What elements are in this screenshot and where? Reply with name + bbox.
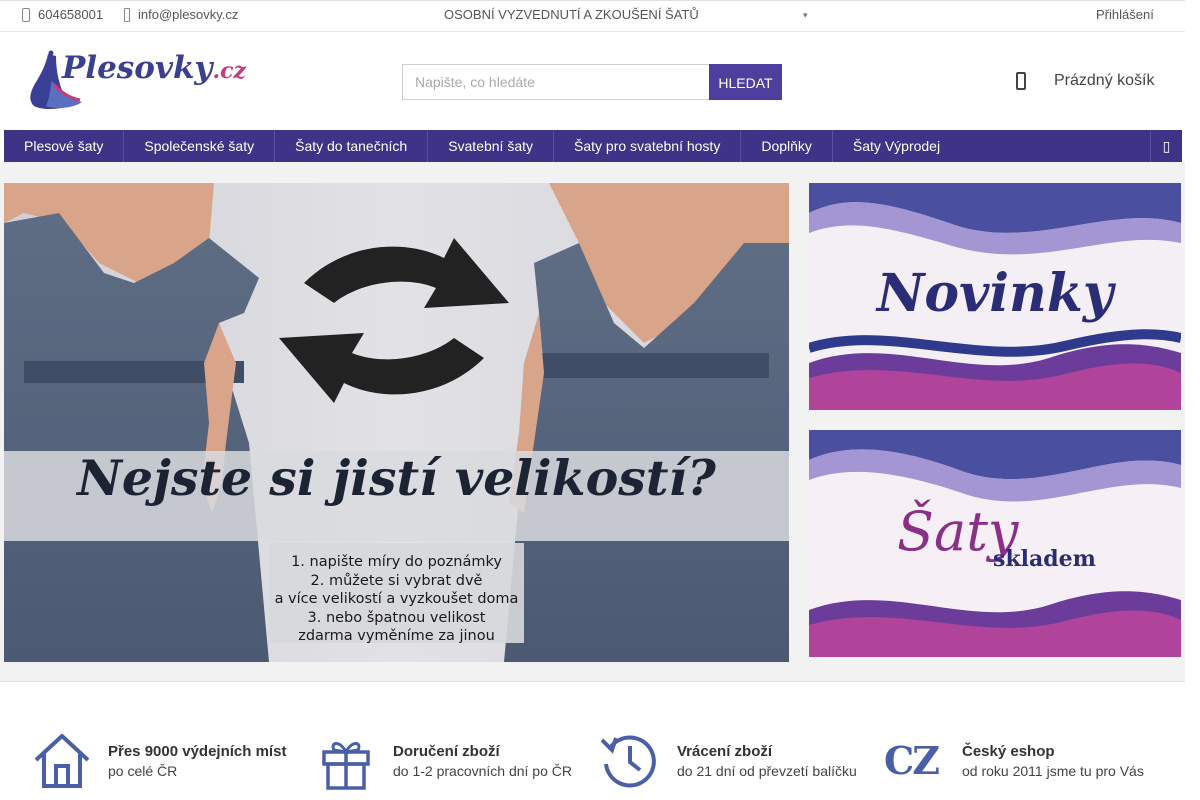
hero-line: a více velikostí a vyzkoušet doma xyxy=(274,591,519,607)
nav-item-saty-vyprodej[interactable]: Šaty Výprodej xyxy=(833,130,960,162)
envelope-icon xyxy=(124,7,130,22)
feature-title: Vrácení zboží xyxy=(677,743,773,760)
logo-wordmark: Plesovky.cz xyxy=(62,50,247,86)
site-header: Plesovky.cz HLEDAT Prázdný košík xyxy=(0,32,1185,130)
hero-line: 1. napište míry do poznámky xyxy=(291,554,502,570)
phone-icon xyxy=(22,7,30,22)
clock-history-icon xyxy=(600,735,656,788)
promo-text[interactable]: OSOBNÍ VYZVEDNUTÍ A ZKOUŠENÍ ŠATŮ xyxy=(444,7,699,22)
search-button[interactable]: HLEDAT xyxy=(709,64,782,100)
nav-item-doplnky[interactable]: Doplňky xyxy=(741,130,833,162)
feature-subtitle: po celé ČR xyxy=(108,763,178,779)
feature-returns: Vrácení zboží do 21 dní od převzetí balí… xyxy=(600,732,870,792)
feature-subtitle: do 1-2 pracovních dní po ČR xyxy=(393,763,572,779)
nav-item-svatebni-saty[interactable]: Svatební šaty xyxy=(428,130,555,162)
login-link[interactable]: Přihlášení xyxy=(1096,7,1154,22)
email-contact[interactable]: info@plesovky.cz xyxy=(124,7,238,22)
cz-badge-icon: CZ xyxy=(884,738,940,783)
promo-banner-saty-skladem[interactable]: Šaty skladem xyxy=(809,430,1181,657)
nav-item-plesove-saty[interactable]: Plesové šaty xyxy=(4,130,125,162)
phone-contact[interactable]: 604658001 xyxy=(22,7,103,22)
main-nav: Plesové šaty Společenské šaty Šaty do ta… xyxy=(4,130,1182,162)
chevron-down-icon[interactable]: ▾ xyxy=(803,10,808,21)
site-logo[interactable]: Plesovky.cz xyxy=(26,50,246,110)
hero-line: zdarma vyměníme za jinou xyxy=(298,628,495,644)
feature-title: Přes 9000 výdejních míst xyxy=(108,743,287,760)
nav-item-saty-pro-svatebni-hosty[interactable]: Šaty pro svatební hosty xyxy=(554,130,742,162)
feature-title: Doručení zboží xyxy=(393,743,500,760)
menu-more-icon: ▯ xyxy=(1162,137,1171,154)
topbar-promo-text[interactable]: OSOBNÍ VYZVEDNUTÍ A ZKOUŠENÍ ŠATŮ xyxy=(444,7,699,22)
login-label[interactable]: Přihlášení xyxy=(1096,7,1154,22)
hero-title: Nejste si jistí velikostí? xyxy=(77,449,716,507)
hero-line: 3. nebo špatnou velikost xyxy=(307,609,486,626)
hero-banner[interactable]: Nejste si jistí velikostí? 1. napište mí… xyxy=(4,183,789,662)
cart-icon[interactable] xyxy=(1016,72,1026,90)
hero-line: 2. můžete si vybrat dvě xyxy=(310,572,483,589)
hero-instructions: 1. napište míry do poznámky 2. můžete si… xyxy=(4,553,789,646)
feature-title: Český eshop xyxy=(962,743,1055,760)
feature-czech-eshop: CZ Český eshop od roku 2011 jsme tu pro … xyxy=(884,732,1174,792)
phone-number[interactable]: 604658001 xyxy=(38,7,103,22)
feature-subtitle: do 21 dní od převzetí balíčku xyxy=(677,763,857,779)
gift-icon xyxy=(322,742,370,790)
promo-skladem-label: skladem xyxy=(993,546,1096,572)
search-form: HLEDAT xyxy=(402,64,782,100)
nav-item-saty-do-tanecnich[interactable]: Šaty do tanečních xyxy=(275,130,429,162)
nav-more-button[interactable]: ▯ xyxy=(1150,130,1182,162)
promo-banner-novinky[interactable]: Novinky xyxy=(809,183,1181,410)
feature-delivery: Doručení zboží do 1-2 pracovních dní po … xyxy=(316,732,586,792)
promo-novinky-label: Novinky xyxy=(876,263,1114,324)
feature-pickup-points: Přes 9000 výdejních míst po celé ČR xyxy=(32,732,302,792)
cart-label[interactable]: Prázdný košík xyxy=(1054,72,1154,90)
house-icon xyxy=(34,734,90,788)
nav-item-spolecenske-saty[interactable]: Společenské šaty xyxy=(124,130,276,162)
email-address[interactable]: info@plesovky.cz xyxy=(138,7,238,22)
top-bar: 604658001 info@plesovky.cz OSOBNÍ VYZVED… xyxy=(0,0,1185,32)
search-input[interactable] xyxy=(402,64,709,100)
cart[interactable]: Prázdný košík xyxy=(1012,72,1154,90)
feature-subtitle: od roku 2011 jsme tu pro Vás xyxy=(962,763,1144,779)
